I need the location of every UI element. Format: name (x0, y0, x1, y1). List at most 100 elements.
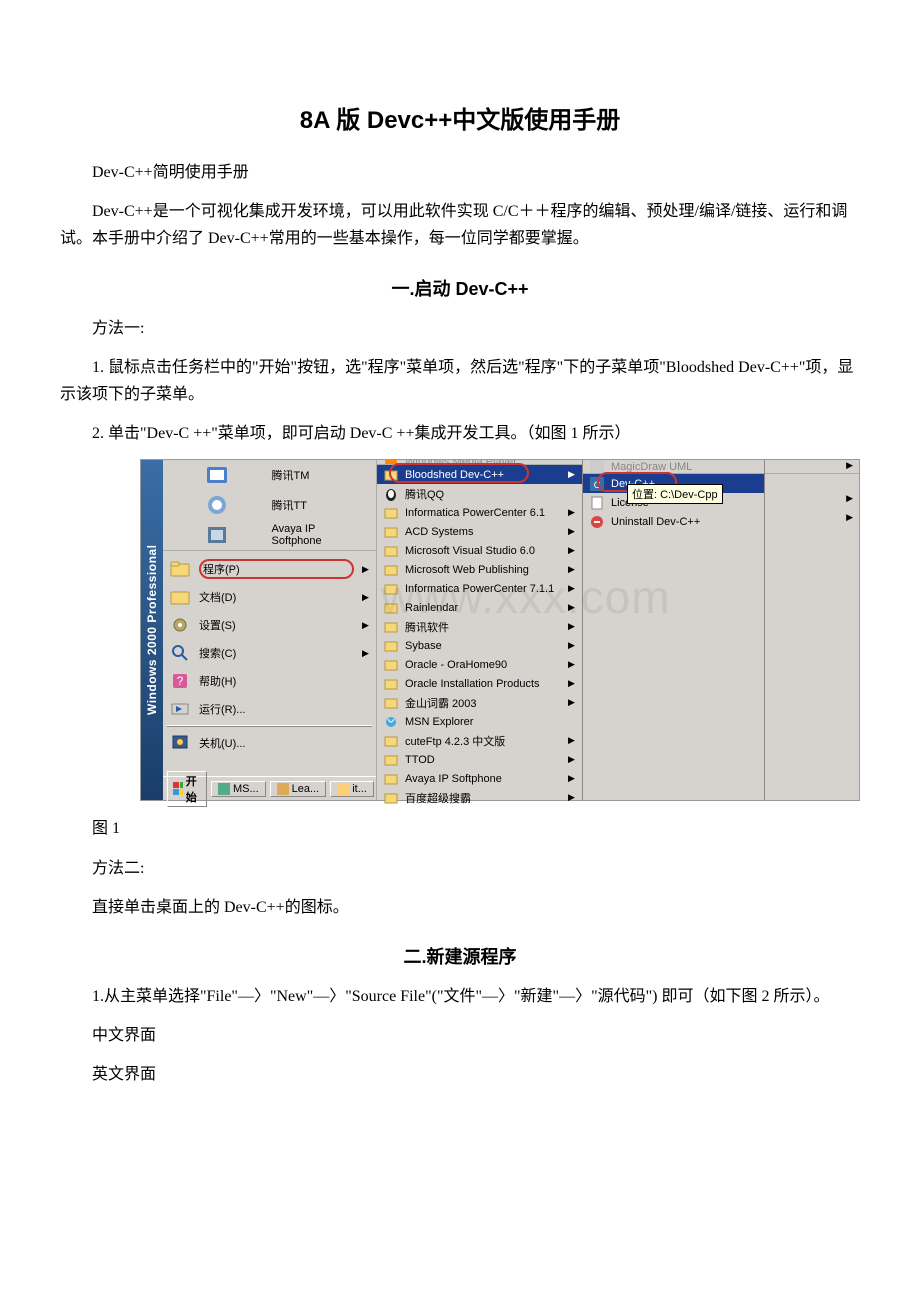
intro-paragraph-2: Dev-C++是一个可视化集成开发环境，可以用此软件实现 C/C＋＋程序的编辑、… (60, 198, 860, 252)
app-icon (169, 523, 266, 547)
method-1-label: 方法一: (60, 315, 860, 342)
submenu-arrow-icon: ▶ (568, 526, 576, 537)
program-label: 百度超级搜霸 (405, 790, 562, 806)
submenu-arrow-icon: ▶ (568, 507, 576, 518)
figure-1-screenshot: Windows 2000 Professional 腾讯TM 腾讯TT (140, 459, 860, 801)
folder-icon (277, 783, 289, 795)
submenu-arrow-icon: ▶ (765, 493, 859, 512)
taskbar-button[interactable]: MS... (211, 781, 266, 797)
help-icon: ? (169, 671, 191, 691)
folder-icon (169, 559, 191, 579)
folder-icon (383, 676, 399, 692)
folder-icon (383, 600, 399, 616)
taskbar-button-label: it... (352, 783, 367, 795)
program-label: Avaya IP Softphone (405, 773, 562, 785)
menu-shutdown[interactable]: 关机(U)... (163, 729, 376, 757)
folder-icon (383, 638, 399, 654)
taskbar-button[interactable]: it... (330, 781, 374, 797)
app-icon: C (589, 476, 605, 492)
submenu-arrow-icon: ▶ (765, 460, 859, 474)
submenu-arrow-icon: ▶ (568, 659, 576, 670)
folder-icon (169, 587, 191, 607)
program-item[interactable]: Oracle Installation Products ▶ (377, 674, 582, 693)
gear-icon (169, 615, 191, 635)
method-2-text: 直接单击桌面上的 Dev-C++的图标。 (60, 894, 860, 921)
menu-label: 程序(P) (199, 559, 354, 579)
menu-help[interactable]: ? 帮助(H) (163, 667, 376, 695)
submenu-item-magicdraw[interactable]: MagicDraw UML (583, 460, 764, 474)
submenu-arrow-icon: ▶ (568, 602, 576, 613)
submenu-arrow-icon: ▶ (362, 648, 370, 659)
pinned-avaya[interactable]: Avaya IP Softphone (163, 520, 376, 550)
svg-text:C: C (594, 480, 601, 490)
program-item[interactable]: Sybase▶ (377, 636, 582, 655)
submenu-arrow-icon: ▶ (568, 735, 576, 746)
folder-icon (383, 524, 399, 540)
folder-icon (337, 783, 349, 795)
submenu-arrow-icon: ▶ (568, 678, 576, 689)
taskbar-button[interactable]: Lea... (270, 781, 327, 797)
start-menu-left-column: 腾讯TM 腾讯TT Avaya IP Softphone (163, 460, 377, 800)
program-item[interactable]: 百度超级搜霸▶ (377, 788, 582, 807)
program-item[interactable]: Microsoft Web Publishing▶ (377, 560, 582, 579)
program-label: Rainlendar (405, 602, 562, 614)
menu-documents[interactable]: 文档(D) ▶ (163, 583, 376, 611)
submenu-label: MagicDraw UML (611, 461, 758, 473)
program-item[interactable]: Informatica PowerCenter 7.1.1▶ (377, 579, 582, 598)
submenu-arrow-icon: ▶ (362, 620, 370, 631)
program-item[interactable]: ACD Systems▶ (377, 522, 582, 541)
program-item[interactable]: Avaya IP Softphone ▶ (377, 769, 582, 788)
submenu-item-uninstall[interactable]: Uninstall Dev-C++ (583, 512, 764, 531)
program-label: Microsoft Visual Studio 6.0 (405, 545, 562, 557)
program-item[interactable]: 金山词霸 2003▶ (377, 693, 582, 712)
submenu-arrow-icon: ▶ (568, 564, 576, 575)
program-item-bloodshed[interactable]: Bloodshed Dev-C++ ▶ (377, 465, 582, 484)
program-item[interactable]: Informatica PowerCenter 6.1▶ (377, 503, 582, 522)
section-2-text-3: 英文界面 (60, 1061, 860, 1088)
program-item[interactable]: Microsoft Visual Studio 6.0▶ (377, 541, 582, 560)
pinned-tencent-tt[interactable]: 腾讯TT (163, 490, 376, 520)
start-label: 开始 (186, 773, 201, 805)
program-item[interactable]: TTOD▶ (377, 750, 582, 769)
menu-label: 设置(S) (199, 617, 354, 633)
figure-1-caption: 图 1 (60, 815, 860, 842)
program-label: TTOD (405, 754, 562, 766)
programs-submenu: Windows Media Player Bloodshed Dev-C++ ▶… (377, 460, 583, 800)
program-label: MSN Explorer (405, 716, 576, 728)
program-item-qq[interactable]: 腾讯QQ (377, 484, 582, 503)
program-label: Oracle - OraHome90 (405, 659, 562, 671)
pinned-label: Avaya IP Softphone (272, 523, 369, 547)
submenu-label: Uninstall Dev-C++ (611, 516, 758, 528)
pinned-tencent-tm[interactable]: 腾讯TM (163, 460, 376, 490)
program-label: 腾讯QQ (405, 486, 576, 502)
program-item[interactable]: Rainlendar ▶ (377, 598, 582, 617)
start-button[interactable]: 开始 (167, 771, 207, 807)
program-item[interactable]: MSN Explorer (377, 712, 582, 731)
menu-programs[interactable]: 程序(P) ▶ (163, 555, 376, 583)
pinned-apps: 腾讯TM 腾讯TT Avaya IP Softphone (163, 460, 376, 551)
document-icon (589, 495, 605, 511)
section-1-heading: 一.启动 Dev-C++ (60, 275, 860, 301)
submenu-arrow-icon: ▶ (568, 773, 576, 784)
menu-run[interactable]: 运行(R)... (163, 695, 376, 723)
step-1: 1. 鼠标点击任务栏中的"开始"按钮，选"程序"菜单项，然后选"程序"下的子菜单… (60, 354, 860, 408)
submenu-arrow-icon: ▶ (765, 512, 859, 531)
folder-icon (383, 581, 399, 597)
app-icon (589, 460, 605, 474)
folder-icon (383, 752, 399, 768)
system-menu: 程序(P) ▶ 文档(D) ▶ 设置(S) ▶ (163, 551, 376, 776)
program-label: Oracle Installation Products (405, 678, 562, 690)
menu-label: 关机(U)... (199, 735, 370, 751)
menu-separator (167, 725, 372, 727)
section-2-text-2: 中文界面 (60, 1022, 860, 1049)
submenu-arrow-icon: ▶ (568, 469, 576, 480)
program-item[interactable]: cuteFtp 4.2.3 中文版▶ (377, 731, 582, 750)
program-item[interactable]: 腾讯软件▶ (377, 617, 582, 636)
uninstall-icon (589, 514, 605, 530)
menu-settings[interactable]: 设置(S) ▶ (163, 611, 376, 639)
program-label: Bloodshed Dev-C++ (405, 469, 562, 481)
run-icon (169, 699, 191, 719)
folder-icon (383, 657, 399, 673)
program-item[interactable]: Oracle - OraHome90 ▶ (377, 655, 582, 674)
menu-search[interactable]: 搜索(C) ▶ (163, 639, 376, 667)
